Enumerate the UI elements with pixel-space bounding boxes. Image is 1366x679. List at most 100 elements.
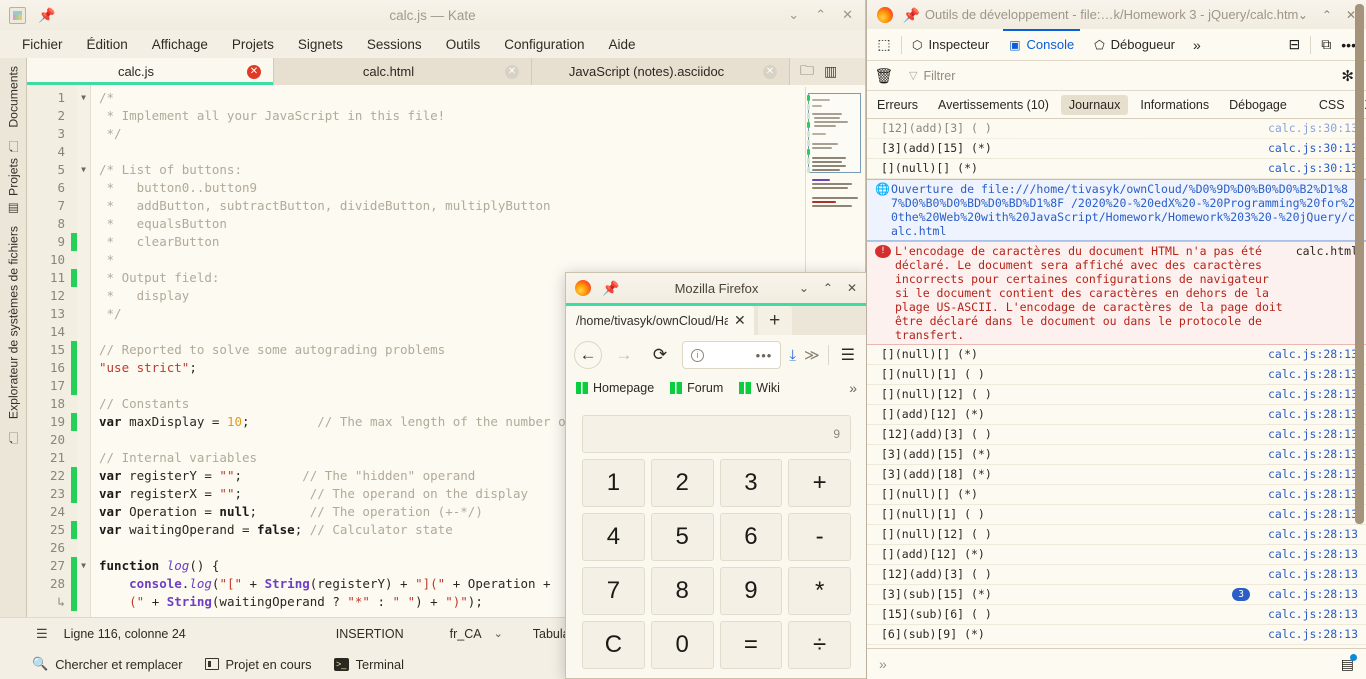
bookmarks-overflow-icon[interactable]: » — [849, 380, 857, 396]
more-options-icon[interactable]: ••• — [1341, 37, 1356, 53]
console-log-row[interactable]: [12](add)[3] ( ) calc.js:28:13 — [867, 565, 1366, 585]
calculator-button-6[interactable]: 6 — [719, 513, 783, 561]
bottom-item-terminal[interactable]: >_ Terminal — [333, 657, 404, 672]
tab-inspecteur[interactable]: ⬡ Inspecteur — [902, 29, 999, 61]
filter-css[interactable]: CSS — [1311, 95, 1353, 115]
console-source-link[interactable]: calc.js:28:13 — [1268, 607, 1358, 621]
calculator-button-add[interactable]: + — [788, 459, 851, 507]
calculator-button-0[interactable]: 0 — [650, 621, 714, 669]
menu-aide[interactable]: Aide — [597, 34, 648, 55]
console-log-row[interactable]: [3](add)[15] (*) calc.js:28:13 — [867, 445, 1366, 465]
code-folding-bar[interactable]: ▼ ▼ ▼ — [77, 85, 91, 617]
console-source-link[interactable]: calc.js:28:13 — [1268, 507, 1358, 521]
forward-button[interactable]: → — [610, 341, 638, 369]
bottom-item-current-project[interactable]: Projet en cours — [204, 657, 312, 672]
menu-icon[interactable]: ☰ — [837, 345, 859, 365]
code-line[interactable]: * button0..button9 — [91, 179, 865, 197]
page-info-icon[interactable]: i — [691, 348, 704, 362]
console-log-row[interactable]: [](null)[] (*) calc.js:30:13 — [867, 159, 1366, 179]
menu-projets[interactable]: Projets — [220, 34, 286, 55]
console-log-row[interactable]: [](add)[12] (*) calc.js:28:13 — [867, 545, 1366, 565]
new-tab-button[interactable]: + — [757, 306, 792, 335]
folder-icon[interactable]: 🗀 — [800, 60, 814, 84]
tabs-overflow-icon[interactable]: » — [1185, 37, 1209, 53]
filter-avertissements[interactable]: Avertissements (10) — [930, 95, 1057, 115]
console-source-link[interactable]: calc.js:28:13 — [1268, 467, 1358, 481]
console-input-chevron-icon[interactable]: » — [879, 656, 887, 672]
calculator-button-4[interactable]: 4 — [582, 513, 645, 561]
code-line[interactable]: * addButton, subtractButton, divideButto… — [91, 197, 865, 215]
reload-button[interactable]: ⟳ — [646, 341, 674, 369]
console-log-row[interactable]: [3](add)[15] (*) calc.js:30:13 — [867, 139, 1366, 159]
address-bar[interactable]: i ••• — [682, 341, 782, 369]
close-icon[interactable]: ✕ — [505, 64, 519, 79]
pin-icon[interactable]: 📌 — [38, 8, 55, 22]
console-log-row[interactable]: [3](add)[18] (*) calc.js:28:13 — [867, 465, 1366, 485]
split-view-icon[interactable]: ▥ — [824, 63, 837, 80]
locale-selector[interactable]: fr_CA — [450, 627, 482, 641]
filter-journaux[interactable]: Journaux — [1060, 94, 1129, 115]
console-log-row[interactable]: [](null)[] (*) calc.js:28:13 — [867, 345, 1366, 365]
console-log-row[interactable]: [3](sub)[15] (*) 3 calc.js:28:13 — [867, 585, 1366, 605]
console-source-link[interactable]: calc.js:28:13 — [1268, 367, 1358, 381]
calculator-button-5[interactable]: 5 — [650, 513, 714, 561]
fold-toggle-icon[interactable]: ▼ — [77, 557, 90, 575]
chevron-down-icon[interactable]: ⌄ — [494, 627, 503, 640]
tab-debogueur[interactable]: ⬠ Débogueur — [1084, 29, 1185, 61]
fold-toggle-icon[interactable]: ▼ — [77, 89, 90, 107]
console-source-link[interactable]: calc.js:28:13 — [1268, 347, 1358, 361]
scrollbar-thumb[interactable] — [1355, 4, 1364, 524]
downloads-icon[interactable]: ⤓ — [789, 347, 796, 364]
code-line[interactable]: * equalsButton — [91, 215, 865, 233]
filter-input[interactable]: ▽ Filtrer — [909, 69, 1333, 83]
close-button[interactable]: ✕ — [842, 7, 853, 23]
menu-affichage[interactable]: Affichage — [140, 34, 220, 55]
maximize-button[interactable]: ⌃ — [815, 7, 826, 23]
console-scrollbar[interactable] — [1355, 0, 1364, 679]
calculator-button-9[interactable]: 9 — [719, 567, 783, 615]
console-source-link[interactable]: calc.js:30:13 — [1268, 161, 1358, 175]
clear-console-icon[interactable]: 🗑 — [867, 67, 901, 85]
menu-edition[interactable]: Édition — [75, 34, 140, 55]
console-source-link[interactable]: calc.js:28:13 — [1268, 427, 1358, 441]
sidebar-item-projets[interactable]: ▤ Projets — [0, 150, 27, 224]
code-line[interactable] — [91, 143, 865, 161]
console-log-row[interactable]: [12](add)[3] ( ) calc.js:28:13 — [867, 425, 1366, 445]
dock-layout-icon[interactable]: ⊟ — [1289, 36, 1301, 53]
pin-icon[interactable]: 📌 — [903, 8, 920, 22]
tab-console[interactable]: ▣ Console — [999, 28, 1084, 61]
more-actions-icon[interactable]: ••• — [756, 348, 773, 363]
sidebar-item-documents[interactable]: 🗋 Documents — [0, 58, 27, 163]
console-log-row[interactable]: ! L'encodage de caractères du document HT… — [867, 241, 1366, 345]
console-source-link[interactable]: calc.js:30:13 — [1268, 121, 1358, 135]
console-source-link[interactable]: calc.js:28:13 — [1268, 587, 1358, 601]
console-source-link[interactable]: calc.js:28:13 — [1268, 527, 1358, 541]
split-console-icon[interactable]: ▤ — [1341, 653, 1357, 673]
calculator-button-1[interactable]: 1 — [582, 459, 645, 507]
back-button[interactable]: ← — [574, 341, 602, 369]
browser-tab[interactable]: /home/tivasyk/ownCloud/Навч ✕ — [566, 306, 754, 335]
menu-configuration[interactable]: Configuration — [492, 34, 596, 55]
code-line[interactable]: /* — [91, 89, 865, 107]
console-source-link[interactable]: calc.js:28:13 — [1268, 447, 1358, 461]
fold-toggle-icon[interactable]: ▼ — [77, 161, 90, 179]
console-log-row[interactable]: [](null)[12] ( ) calc.js:28:13 — [867, 385, 1366, 405]
close-icon[interactable]: ✕ — [763, 64, 777, 79]
maximize-button[interactable]: ⌃ — [1322, 8, 1332, 22]
filter-erreurs[interactable]: Erreurs — [869, 95, 926, 115]
console-log-row[interactable]: [12](add)[3] ( ) calc.js:30:13 — [867, 119, 1366, 139]
console-log-row[interactable]: [](null)[1] ( ) calc.js:28:13 — [867, 505, 1366, 525]
filter-informations[interactable]: Informations — [1132, 95, 1217, 115]
menu-signets[interactable]: Signets — [286, 34, 355, 55]
code-line[interactable]: * clearButton — [91, 233, 865, 251]
code-line[interactable]: /* List of buttons: — [91, 161, 865, 179]
console-log-row[interactable]: [](null)[1] ( ) calc.js:28:13 — [867, 365, 1366, 385]
console-source-link[interactable]: calc.js:30:13 — [1268, 141, 1358, 155]
tab-javascript-notes[interactable]: JavaScript (notes).asciidoc ✕ — [532, 58, 790, 85]
bottom-item-search-replace[interactable]: 🔍 Chercher et remplacer — [32, 656, 183, 672]
console-log-row[interactable]: 🌐 Ouverture de file:///home/tivasyk/ownCl… — [867, 179, 1366, 241]
minimize-button[interactable]: ⌄ — [1298, 8, 1308, 22]
console-log-row[interactable]: [6](sub)[9] (*) calc.js:28:13 — [867, 625, 1366, 645]
console-source-link[interactable]: calc.js:28:13 — [1268, 627, 1358, 641]
tab-calc-html[interactable]: calc.html ✕ — [274, 58, 532, 85]
